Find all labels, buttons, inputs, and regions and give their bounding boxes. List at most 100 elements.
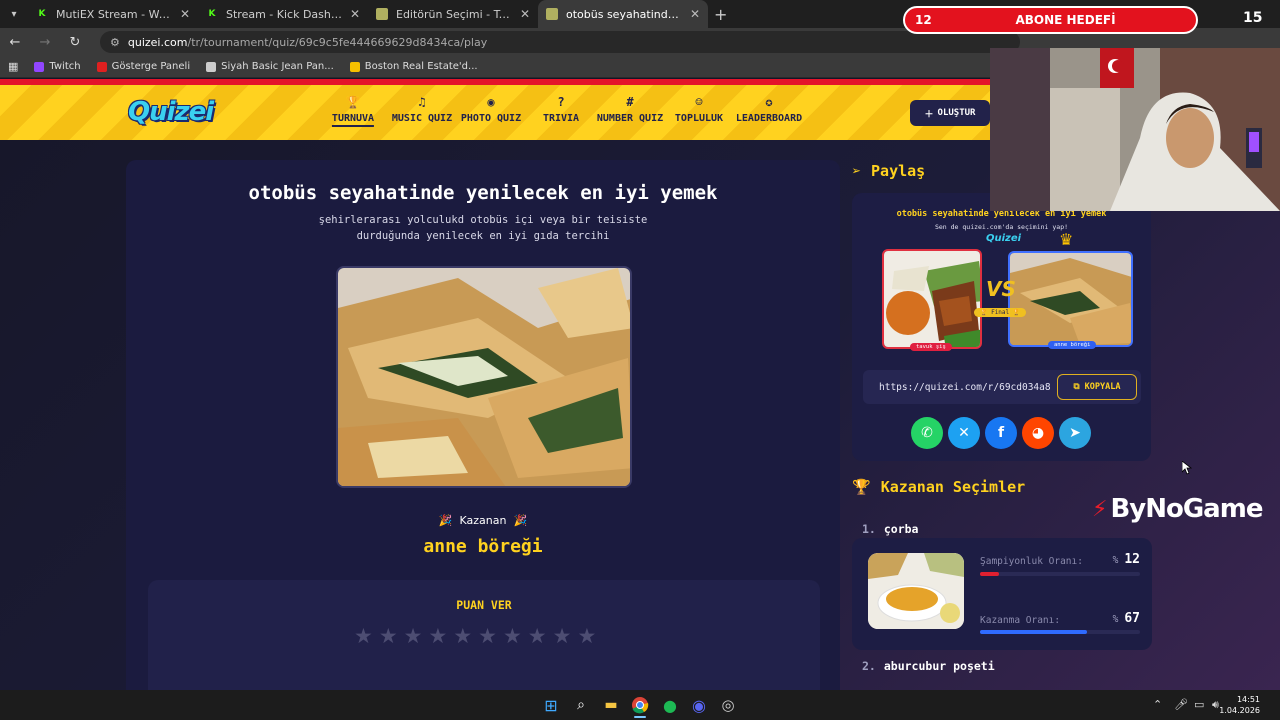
nav-item-trivia[interactable]: ? TRIVIA	[543, 95, 579, 124]
chrome-icon[interactable]	[630, 695, 650, 715]
telegram-icon[interactable]: ➤	[1059, 417, 1091, 449]
nav-item-label: NUMBER QUIZ	[596, 113, 664, 124]
mouse-cursor-icon	[1182, 461, 1192, 475]
obs-icon[interactable]: ◎	[718, 695, 738, 715]
win-rate-bar	[980, 630, 1140, 634]
bookmark-label: Siyah Basic Jean Pan...	[221, 61, 334, 72]
share-link[interactable]: https://quizei.com/r/69cd034a8	[879, 382, 1057, 393]
nav-item-photo-quiz[interactable]: ◉ PHOTO QUIZ	[461, 95, 521, 124]
url-host: quizei.com	[127, 35, 188, 49]
new-tab-button[interactable]: +	[714, 5, 727, 24]
award-icon: ✪	[765, 95, 773, 109]
sub-goal-target: 15	[1243, 10, 1263, 26]
tab-search-icon[interactable]: ▾	[0, 0, 28, 28]
winner-rank-2[interactable]: 2. aburcubur poşeti	[862, 659, 995, 673]
site-logo[interactable]: Quizei	[128, 97, 214, 127]
search-icon[interactable]: ⌕	[571, 695, 591, 715]
winner-label: Kazanan	[459, 514, 507, 527]
whatsapp-icon[interactable]: ✆	[911, 417, 943, 449]
tab-title: Editörün Seçimi - Turnuva - Qu	[396, 7, 512, 21]
reload-icon[interactable]: ↻	[66, 35, 84, 50]
apps-grid-icon[interactable]: ▦	[8, 60, 18, 73]
browser-tab[interactable]: otobüs seyahatinde yenilecek e ✕	[538, 0, 708, 28]
reddit-icon[interactable]: ◕	[1022, 417, 1054, 449]
browser-tab[interactable]: Editörün Seçimi - Turnuva - Qu ✕	[368, 0, 538, 28]
winner-rank-1[interactable]: 1. çorba	[862, 522, 918, 536]
star-icon[interactable]: ★	[379, 624, 398, 648]
tab-close-icon[interactable]: ✕	[520, 7, 530, 21]
os-taskbar: ⊞ ⌕ ▬ ● ◉ ◎ ⌃ 🎤︎ ▭ 🔊︎ 14:51 1.04.2026	[0, 690, 1280, 720]
discord-icon[interactable]: ◉	[689, 695, 709, 715]
tab-close-icon[interactable]: ✕	[690, 7, 700, 21]
bookmark-item[interactable]: Twitch	[34, 61, 81, 72]
forward-icon[interactable]: →	[36, 35, 54, 50]
browser-tab[interactable]: K MutiEX Stream - Watch Live on ✕	[28, 0, 198, 28]
star-icon[interactable]: ★	[404, 624, 423, 648]
rating-title: PUAN VER	[456, 598, 512, 612]
winner-name: anne böreği	[423, 536, 543, 557]
tab-favicon-icon	[376, 8, 388, 20]
party-popper-icon: 🎉	[438, 514, 453, 527]
winners-heading: 🏆 Kazanan Seçimler	[852, 478, 1026, 496]
back-icon[interactable]: ←	[6, 35, 24, 50]
spotify-icon[interactable]: ●	[660, 695, 680, 715]
create-button[interactable]: ＋ OLUŞTUR	[910, 100, 990, 126]
crown-icon: ♛	[1059, 230, 1074, 249]
winner-image	[336, 266, 632, 488]
windows-start-icon[interactable]: ⊞	[541, 695, 561, 715]
bookmark-label: Twitch	[49, 61, 81, 72]
rating-stars: ★ ★ ★ ★ ★ ★ ★ ★ ★ ★	[354, 624, 596, 648]
share-left-tag: tavuk şiş	[910, 343, 952, 351]
star-icon[interactable]: ★	[453, 624, 472, 648]
tab-close-icon[interactable]: ✕	[350, 7, 360, 21]
copy-icon: ⧉	[1073, 382, 1080, 392]
site-info-icon[interactable]: ⚙	[110, 36, 120, 49]
champion-rate-value: % 12	[1112, 552, 1140, 567]
volume-icon[interactable]: 🔊︎	[1212, 698, 1219, 712]
tab-title: MutiEX Stream - Watch Live on	[56, 7, 172, 21]
nav-item-number-quiz[interactable]: # NUMBER QUIZ	[597, 95, 663, 124]
nav-item-leaderboard[interactable]: ✪ LEADERBOARD	[736, 95, 802, 124]
send-icon: ➢	[852, 162, 862, 180]
page-content: otobüs seyahatinde yenilecek en iyi yeme…	[0, 140, 1280, 690]
star-icon[interactable]: ★	[354, 624, 373, 648]
sub-goal-current: 12	[915, 13, 932, 27]
create-button-label: OLUŞTUR	[937, 108, 976, 118]
bookmark-item[interactable]: Gösterge Paneli	[96, 61, 190, 72]
copy-link-button[interactable]: ⧉ KOPYALA	[1057, 374, 1137, 400]
bookmark-label: Boston Real Estate'd...	[364, 61, 478, 72]
url-input[interactable]: ⚙ quizei.com/tr/tournament/quiz/69c9c5fe…	[100, 31, 1020, 53]
star-icon[interactable]: ★	[528, 624, 547, 648]
star-icon[interactable]: ★	[577, 624, 596, 648]
sponsor-overlay: ⚡ ByNoGame	[1092, 494, 1263, 524]
star-icon[interactable]: ★	[553, 624, 572, 648]
nav-item-label: MUSIC QUIZ	[391, 113, 453, 124]
camera-icon: ◉	[487, 95, 495, 109]
star-icon[interactable]: ★	[428, 624, 447, 648]
copy-label: KOPYALA	[1084, 382, 1121, 392]
share-preview-card: otobüs seyahatinde yenilecek en iyi yeme…	[852, 193, 1151, 461]
winner-stats-card: Şampiyonluk Oranı: % 12 Kazanma Oranı: % 6…	[852, 538, 1152, 650]
system-clock[interactable]: 14:51 1.04.2026	[1219, 694, 1260, 716]
facebook-icon[interactable]: f	[985, 417, 1017, 449]
x-icon[interactable]: ✕	[948, 417, 980, 449]
star-icon[interactable]: ★	[478, 624, 497, 648]
hash-icon: #	[626, 95, 634, 109]
win-rate-value: % 67	[1112, 611, 1140, 626]
tab-favicon-icon	[546, 8, 558, 20]
bookmark-item[interactable]: Boston Real Estate'd...	[349, 61, 478, 72]
tray-chevron-icon[interactable]: ⌃	[1153, 698, 1162, 711]
nav-item-topluluk[interactable]: ☺ TOPLULUK	[675, 95, 723, 124]
champion-rate-bar	[980, 572, 1140, 576]
tab-close-icon[interactable]: ✕	[180, 7, 190, 21]
browser-tab[interactable]: K Stream - Kick Dashboard ✕	[198, 0, 368, 28]
nav-item-music-quiz[interactable]: ♫ MUSIC QUIZ	[392, 95, 452, 124]
bookmark-item[interactable]: Siyah Basic Jean Pan...	[206, 61, 334, 72]
network-icon[interactable]: ▭	[1194, 698, 1204, 711]
sub-goal-label: ABONE HEDEFİ	[1015, 13, 1116, 27]
rating-box: PUAN VER ★ ★ ★ ★ ★ ★ ★ ★ ★ ★	[148, 580, 820, 690]
star-icon[interactable]: ★	[503, 624, 522, 648]
nav-item-turnuva[interactable]: 🏆 TURNUVA	[331, 95, 375, 127]
microphone-icon[interactable]: 🎤︎	[1174, 698, 1188, 711]
file-explorer-icon[interactable]: ▬	[601, 695, 621, 715]
